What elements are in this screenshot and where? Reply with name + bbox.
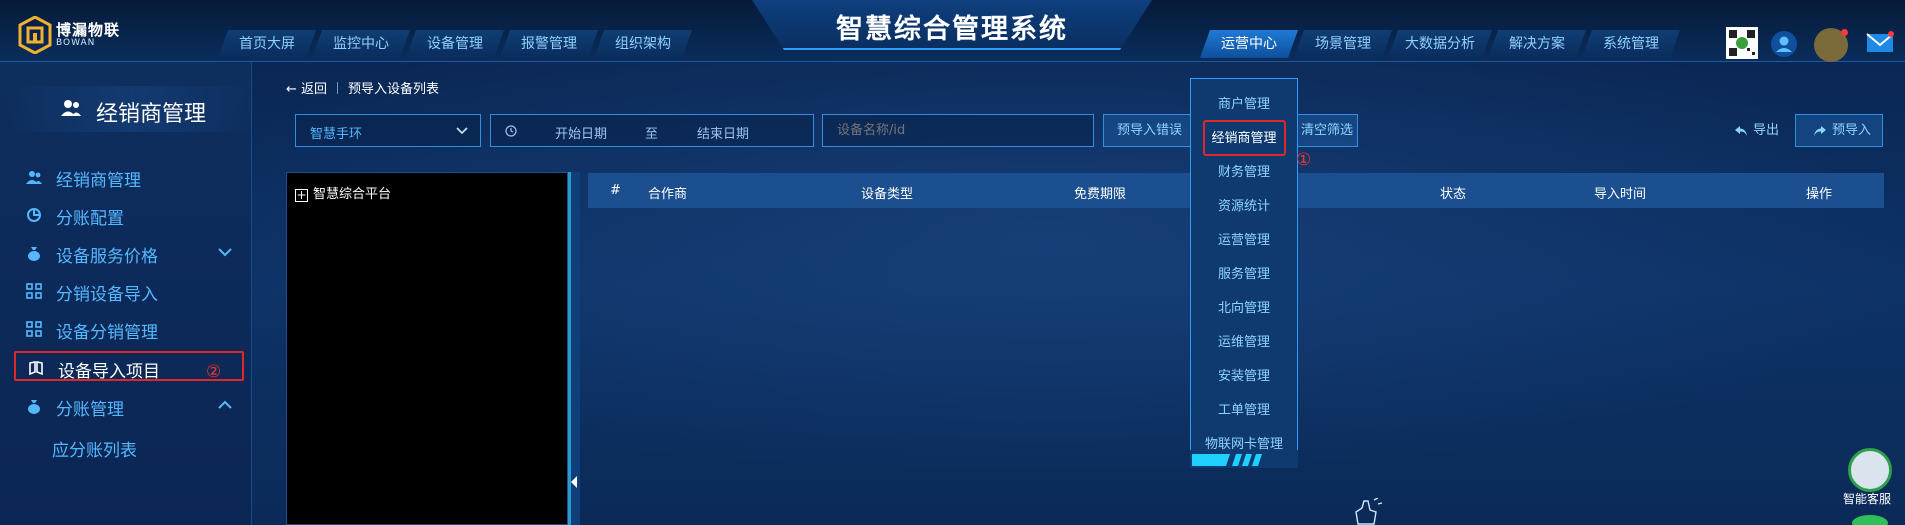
column-free-period: 免费期限: [1074, 187, 1127, 202]
collapse-arrow-icon[interactable]: [571, 476, 577, 488]
users-icon: [61, 100, 81, 116]
column-partner: 合作商: [648, 187, 688, 202]
grid-icon: [26, 283, 42, 299]
search-input[interactable]: [822, 114, 1094, 147]
menu-item-maintenance[interactable]: 运维管理: [1191, 331, 1297, 350]
nav-alarm-management[interactable]: 报警管理: [500, 30, 598, 58]
menu-item-resource-stats[interactable]: 资源统计: [1191, 195, 1297, 214]
qr-code-graphic: [1729, 30, 1755, 56]
hand-cursor-icon: [1355, 498, 1383, 525]
breadcrumb-separator: [337, 82, 339, 94]
sidebar-item-label: 设备分销管理: [56, 323, 158, 343]
logo-mark-icon: [18, 16, 52, 54]
import-errors-button[interactable]: 预导入错误: [1103, 114, 1196, 147]
assistant-status-indicator: [1852, 515, 1888, 525]
notification-dot: [1841, 29, 1848, 36]
menu-item-northbound[interactable]: 北向管理: [1191, 297, 1297, 316]
annotation-two: ②: [206, 362, 222, 382]
date-separator: 至: [645, 127, 659, 142]
menu-item-operations[interactable]: 运营管理: [1191, 229, 1297, 248]
date-range-picker[interactable]: 开始日期 至 结束日期: [490, 114, 814, 147]
assistant-avatar-icon[interactable]: [1848, 448, 1892, 492]
pie-icon: [27, 208, 41, 222]
share-icon: [1814, 126, 1826, 136]
breadcrumb-current: 预导入设备列表: [348, 82, 440, 97]
logo-text-en: BOWAN: [56, 38, 96, 48]
annotation-one: ①: [1296, 150, 1312, 170]
sidebar-item-service-price[interactable]: 设备服务价格: [14, 238, 244, 268]
nav-solutions[interactable]: 解决方案: [1488, 30, 1586, 58]
dropdown-selection-highlight: [1203, 120, 1286, 156]
export-button[interactable]: 导出: [1720, 114, 1784, 147]
sidebar-item-label: 设备导入项目: [58, 362, 160, 382]
nav-monitor-center[interactable]: 监控中心: [312, 30, 410, 58]
logo[interactable]: 博漏物联 BOWAN: [18, 16, 168, 54]
sidebar-item-split-config[interactable]: 分账配置: [14, 200, 244, 230]
column-actions: 操作: [1806, 187, 1833, 202]
users-icon: [26, 171, 42, 184]
tree-panel: + 智慧综合平台: [286, 172, 568, 525]
platform-select[interactable]: 智慧手环: [295, 114, 481, 147]
menu-item-finance[interactable]: 财务管理: [1191, 161, 1297, 180]
menu-item-installation[interactable]: 安装管理: [1191, 365, 1297, 384]
back-link[interactable]: ← 返回: [286, 82, 327, 97]
sidebar: 经销商管理 经销商管理 分账配置 设备服务价格 分销设备导入 设备分销管理 设备…: [0, 62, 256, 525]
dropdown-stripe-decoration: [1190, 450, 1298, 468]
date-start[interactable]: 开始日期: [555, 123, 607, 142]
nav-scene-management[interactable]: 场景管理: [1294, 30, 1392, 58]
user-icon[interactable]: [1770, 30, 1798, 58]
tree-root-label: 智慧综合平台: [313, 187, 392, 202]
column-status: 状态: [1440, 187, 1467, 202]
logo-text-cn: 博漏物联: [56, 21, 121, 39]
assistant-label[interactable]: 智能客服: [1843, 490, 1891, 507]
clock-icon: [505, 125, 517, 137]
sidebar-title: 经销商管理: [96, 102, 207, 127]
sidebar-title-bar: 经销商管理: [8, 86, 256, 132]
book-icon: [29, 361, 43, 376]
menu-item-merchant[interactable]: 商户管理: [1191, 93, 1297, 112]
nav-operation-center[interactable]: 运营中心: [1200, 30, 1298, 58]
column-index: #: [610, 183, 621, 198]
column-device-type: 设备类型: [861, 187, 914, 202]
sidebar-item-dealer-management[interactable]: 经销商管理: [14, 162, 244, 192]
expand-plus-icon[interactable]: +: [295, 189, 308, 202]
sidebar-item-split-management[interactable]: 分账管理: [14, 391, 244, 421]
sidebar-item-label: 经销商管理: [56, 171, 141, 191]
money-bag-icon: [28, 400, 40, 414]
breadcrumb: ← 返回 预导入设备列表: [286, 78, 439, 97]
sidebar-item-dist-import[interactable]: 分销设备导入: [14, 276, 244, 306]
grid-icon: [26, 321, 42, 337]
menu-item-service[interactable]: 服务管理: [1191, 263, 1297, 282]
money-bag-icon: [28, 247, 40, 261]
sidebar-item-label: 分销设备导入: [56, 285, 158, 305]
pre-import-button[interactable]: 预导入: [1795, 114, 1883, 147]
nav-device-management[interactable]: 设备管理: [406, 30, 504, 58]
column-import-time: 导入时间: [1594, 187, 1647, 202]
sidebar-subitem-split-list[interactable]: 应分账列表: [52, 436, 137, 461]
nav-organization[interactable]: 组织架构: [594, 30, 692, 58]
page-title: 智慧综合管理系统: [836, 14, 1068, 45]
share-icon: [1735, 126, 1747, 136]
tree-root-node[interactable]: + 智慧综合平台: [295, 183, 391, 202]
chevron-down-icon: [456, 127, 468, 135]
platform-select-value: 智慧手环: [310, 127, 363, 142]
sidebar-item-label: 分账管理: [56, 400, 124, 420]
clear-filters-button[interactable]: 清空筛选: [1296, 114, 1358, 147]
date-end[interactable]: 结束日期: [697, 123, 749, 142]
menu-item-work-order[interactable]: 工单管理: [1191, 399, 1297, 418]
sidebar-item-dist-management[interactable]: 设备分销管理: [14, 314, 244, 344]
pre-import-label: 预导入: [1832, 123, 1872, 138]
chevron-down-icon[interactable]: [218, 247, 232, 257]
qr-code-icon[interactable]: [1726, 27, 1758, 59]
panel-splitter[interactable]: [568, 172, 580, 525]
sidebar-item-label: 分账配置: [56, 209, 124, 229]
nav-system-management[interactable]: 系统管理: [1582, 30, 1680, 58]
sidebar-item-label: 设备服务价格: [56, 247, 158, 267]
chevron-up-icon[interactable]: [218, 400, 232, 410]
nav-home-dashboard[interactable]: 首页大屏: [218, 30, 316, 58]
mail-icon[interactable]: [1866, 31, 1894, 55]
export-label: 导出: [1753, 123, 1780, 138]
nav-big-data[interactable]: 大数据分析: [1388, 30, 1492, 58]
